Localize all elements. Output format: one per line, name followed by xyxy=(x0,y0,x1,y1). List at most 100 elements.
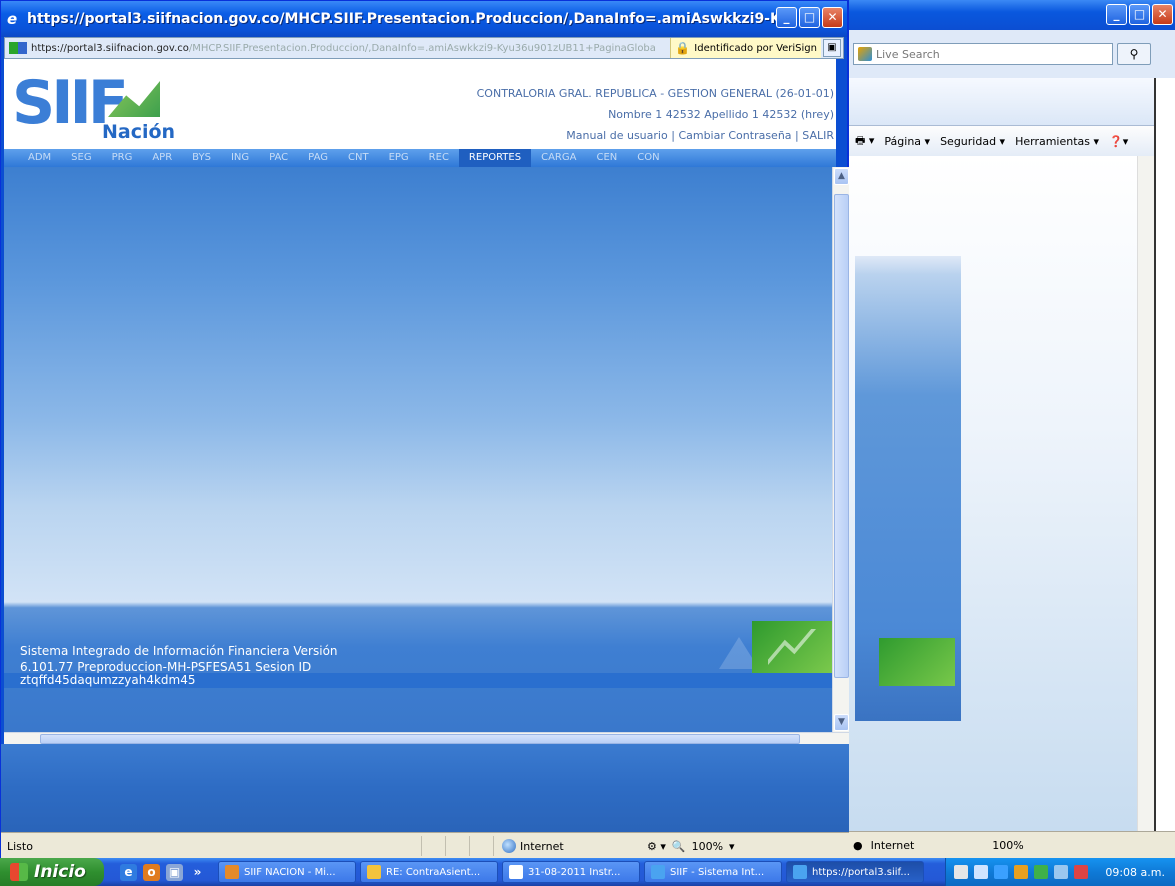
background-zoom-level[interactable]: 100% xyxy=(992,839,1023,852)
nav-item-prg[interactable]: PRG xyxy=(102,149,143,167)
background-toolbar xyxy=(849,78,1175,126)
live-search-input[interactable]: Live Search xyxy=(853,43,1113,65)
nav-item-epg[interactable]: EPG xyxy=(379,149,419,167)
task-button-siif-sistema[interactable]: SIIF - Sistema Int... xyxy=(644,861,782,883)
print-icon[interactable]: 🖶 ▾ xyxy=(855,132,874,151)
zoom-level: 100% xyxy=(691,839,724,853)
nav-item-carga[interactable]: CARGA xyxy=(531,149,586,167)
zone-label: Internet xyxy=(520,839,564,853)
maximize-icon[interactable]: □ xyxy=(1129,4,1150,25)
background-browser-window[interactable]: _ □ ✕ Live Search ⚲ 🖶 ▾ Página ▾ Segurid… xyxy=(848,0,1175,858)
maximize-icon[interactable]: □ xyxy=(799,7,820,28)
protected-mode-icon[interactable]: ⚙ ▾ xyxy=(647,840,666,853)
background-status-zone: Internet xyxy=(870,838,915,852)
nav-item-con[interactable]: CON xyxy=(627,149,669,167)
display-tray-icon[interactable] xyxy=(1054,865,1068,879)
overflow-chevron-icon[interactable]: » xyxy=(189,864,206,881)
scroll-up-icon[interactable]: ▲ xyxy=(834,168,849,185)
help-icon[interactable] xyxy=(954,865,968,879)
security-badge[interactable]: 🔒 Identificado por VeriSign xyxy=(670,38,821,58)
mail-icon xyxy=(367,865,381,879)
shield-icon[interactable] xyxy=(1074,865,1088,879)
task-button-contraasient[interactable]: RE: ContraAsient... xyxy=(360,861,498,883)
globe-icon xyxy=(502,839,516,853)
start-label: Inicio xyxy=(34,862,86,882)
security-zone[interactable]: Internet xyxy=(493,836,633,856)
nav-item-bys[interactable]: BYS xyxy=(182,149,221,167)
tools-menu[interactable]: Herramientas ▾ xyxy=(1015,135,1099,148)
ie-icon[interactable]: e xyxy=(120,863,137,881)
lower-blue-area xyxy=(1,744,849,832)
task-button-siif-nacion[interactable]: SIIF NACION - Mi... xyxy=(218,861,356,883)
close-icon[interactable]: ✕ xyxy=(1152,4,1173,25)
logout-link[interactable]: SALIR xyxy=(802,129,834,142)
minimize-icon[interactable]: _ xyxy=(1106,4,1127,25)
windows-flag-icon xyxy=(10,863,28,881)
start-button[interactable]: Inicio xyxy=(0,858,104,886)
background-address-area: Live Search ⚲ xyxy=(849,30,1175,78)
address-url[interactable]: https://portal3.siifnacion.gov.co/MHCP.S… xyxy=(31,43,670,54)
page-menu[interactable]: Página ▾ xyxy=(884,135,930,148)
task-label: SIIF - Sistema Int... xyxy=(670,866,765,878)
nav-item-cen[interactable]: CEN xyxy=(586,149,627,167)
network-icon[interactable] xyxy=(974,865,988,879)
task-label: SIIF NACION - Mi... xyxy=(244,866,336,878)
siif-header: SIIF Nación CONTRALORIA GRAL. REPUBLICA … xyxy=(4,59,836,149)
version-line-1: Sistema Integrado de Información Financi… xyxy=(20,644,338,658)
session-id: ztqffd45daqumzzyah4kdm45 xyxy=(4,673,832,688)
command-bar: 🖶 ▾ Página ▾ Seguridad ▾ Herramientas ▾ … xyxy=(849,126,1155,156)
show-desktop-icon[interactable]: ▣ xyxy=(166,863,183,881)
change-password-link[interactable]: Cambiar Contraseña xyxy=(678,129,791,142)
scroll-thumb[interactable] xyxy=(834,194,849,678)
address-bar[interactable]: https://portal3.siifnacion.gov.co/MHCP.S… xyxy=(4,37,844,59)
task-label: https://portal3.siif... xyxy=(812,866,910,878)
background-vertical-scrollbar[interactable] xyxy=(1137,156,1154,831)
close-icon[interactable]: ✕ xyxy=(822,7,843,28)
manual-link[interactable]: Manual de usuario xyxy=(566,129,667,142)
nav-item-reportes[interactable]: REPORTES xyxy=(458,149,532,167)
help-icon[interactable]: ❓▾ xyxy=(1109,135,1128,148)
outlook-icon[interactable]: o xyxy=(143,863,160,881)
zoom-control[interactable]: ⚙ ▾ 🔍 100% ▾ xyxy=(633,840,735,853)
scroll-down-icon[interactable]: ▼ xyxy=(834,714,849,731)
minimize-icon[interactable]: _ xyxy=(776,7,797,28)
chevron-down-icon[interactable]: ▾ xyxy=(729,840,735,853)
header-info: CONTRALORIA GRAL. REPUBLICA - GESTION GE… xyxy=(477,83,834,146)
search-button[interactable]: ⚲ xyxy=(1117,43,1151,65)
status-cell xyxy=(421,836,445,856)
system-tray: 09:08 a.m. xyxy=(945,858,1175,886)
nav-item-pac[interactable]: PAC xyxy=(259,149,298,167)
back-icon[interactable] xyxy=(994,865,1008,879)
internet-zone-icon: ● xyxy=(853,838,863,852)
background-green-decoration xyxy=(879,638,955,686)
nav-item-cnt[interactable]: CNT xyxy=(338,149,379,167)
nav-item-ing[interactable]: ING xyxy=(221,149,259,167)
version-text: Sistema Integrado de Información Financi… xyxy=(20,643,360,675)
certificate-icon[interactable]: ▣ xyxy=(823,39,841,57)
page-content: Sistema Integrado de Información Financi… xyxy=(4,167,832,732)
task-button-portal3[interactable]: https://portal3.siif... xyxy=(786,861,924,883)
app-tray-icon[interactable] xyxy=(1014,865,1028,879)
lock-icon: 🔒 xyxy=(675,41,691,55)
nav-item-pag[interactable]: PAG xyxy=(298,149,338,167)
quick-launch: e o ▣ » xyxy=(104,863,218,881)
main-browser-window[interactable]: e https://portal3.siifnacion.gov.co/MHCP… xyxy=(0,0,849,859)
status-text: Listo xyxy=(7,839,33,853)
horizontal-scroll-thumb[interactable] xyxy=(40,734,800,744)
clock[interactable]: 09:08 a.m. xyxy=(1105,866,1165,879)
nav-item-adm[interactable]: ADM xyxy=(18,149,61,167)
nav-item-rec[interactable]: REC xyxy=(419,149,459,167)
nav-item-apr[interactable]: APR xyxy=(142,149,182,167)
background-partial-window-strip xyxy=(1154,78,1175,831)
task-button-word-doc[interactable]: 31-08-2011 Instr... xyxy=(502,861,640,883)
title-bar[interactable]: e https://portal3.siifnacion.gov.co/MHCP… xyxy=(1,1,847,37)
security-menu[interactable]: Seguridad ▾ xyxy=(940,135,1005,148)
nav-item-seg[interactable]: SEG xyxy=(61,149,101,167)
main-nav: ADM SEG PRG APR BYS ING PAC PAG CNT EPG … xyxy=(4,149,836,167)
outlook-icon xyxy=(225,865,239,879)
live-search-placeholder: Live Search xyxy=(876,47,940,61)
horizontal-scrollbar[interactable] xyxy=(4,732,849,744)
vertical-scrollbar[interactable]: ▲ ▼ xyxy=(832,167,849,732)
ie-icon xyxy=(651,865,665,879)
security-tray-icon[interactable] xyxy=(1034,865,1048,879)
